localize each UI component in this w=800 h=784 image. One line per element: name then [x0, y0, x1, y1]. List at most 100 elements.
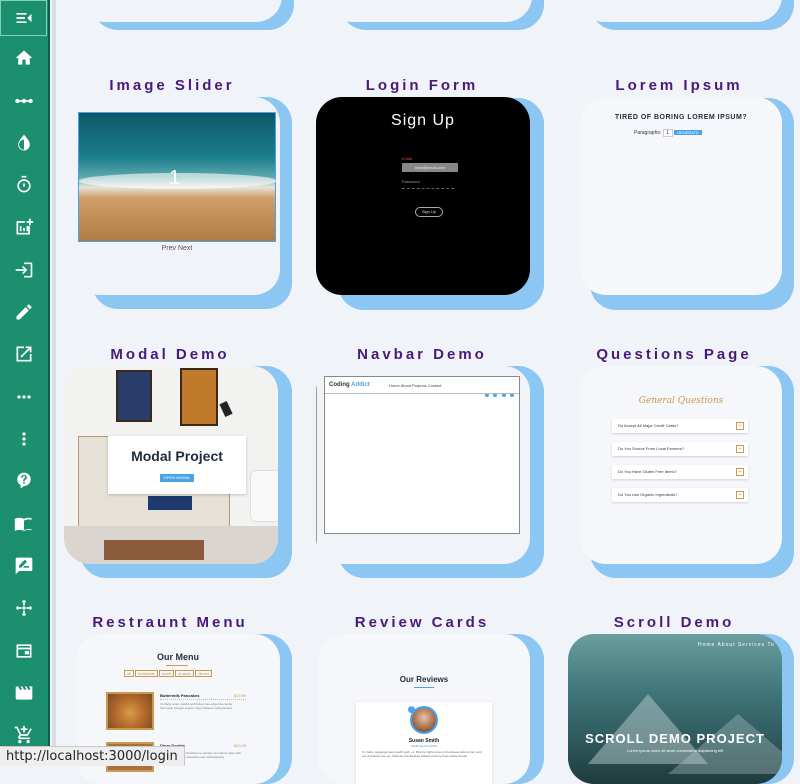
- plus-icon[interactable]: +: [736, 422, 744, 430]
- sidebar-item-slider[interactable]: [0, 81, 48, 121]
- plus-icon[interactable]: +: [736, 468, 744, 476]
- scroll-demo-heading: SCROLL DEMO PROJECT: [585, 731, 765, 746]
- sidebar-toggle-button[interactable]: [0, 0, 47, 36]
- card-title-image-slider: Image Slider: [109, 77, 235, 94]
- scroll-demo-subtext: Lorem ipsum dolor sit amet consectetur a…: [626, 748, 724, 753]
- scroll-nav-tours[interactable]: To: [767, 642, 774, 648]
- sidebar-item-window[interactable]: [0, 631, 48, 671]
- card-modal-demo[interactable]: Modal Project OPEN MODAL: [64, 366, 278, 564]
- cart-plus-icon: [14, 725, 32, 744]
- signup-heading: Sign Up: [391, 112, 455, 129]
- nav-link-projects[interactable]: Projects: [412, 383, 426, 388]
- sidebar-item-timer[interactable]: [0, 165, 48, 205]
- signup-button[interactable]: Sign Up: [415, 207, 443, 217]
- menu-item-image: [106, 692, 154, 730]
- plus-icon[interactable]: +: [736, 445, 744, 453]
- email-field[interactable]: rose@email.com: [402, 163, 458, 172]
- lorem-heading: TIRED OF BORING LOREM IPSUM?: [614, 114, 748, 121]
- filter-all[interactable]: all: [124, 670, 135, 677]
- prev-link[interactable]: Prev: [162, 245, 176, 252]
- question-item[interactable]: Do You Source From Local Farmers? +: [612, 442, 748, 456]
- question-item[interactable]: Do You Use Organic Ingredients? +: [612, 488, 748, 502]
- sidebar-item-home[interactable]: [0, 38, 48, 78]
- card-image-slider[interactable]: 1 Prev Next: [74, 97, 280, 295]
- card-partial[interactable]: [78, 0, 282, 22]
- scroll-nav-about[interactable]: About: [717, 642, 735, 648]
- sidebar-item-color[interactable]: [0, 123, 48, 163]
- login-icon: [15, 262, 33, 278]
- card-scroll[interactable]: Home About Services To SCROLL DEMO PROJE…: [568, 634, 782, 784]
- sidebar-item-external[interactable]: [0, 334, 48, 374]
- shelf-blue-box: [148, 496, 192, 510]
- plus-icon[interactable]: +: [736, 491, 744, 499]
- modal-project-heading: Modal Project: [131, 448, 223, 464]
- scroll-nav-home[interactable]: Home: [698, 642, 715, 648]
- reviewer-job: WEB DEVELOPER: [410, 744, 437, 748]
- our-menu-heading: Our Menu: [157, 652, 199, 662]
- open-modal-button[interactable]: OPEN MODAL: [160, 474, 194, 482]
- question-item[interactable]: Do Accept All Major Credit Cards? +: [612, 419, 748, 433]
- review-text: I'm baby meggings twee health goth +1. B…: [362, 750, 482, 758]
- dots-line-icon: [15, 98, 33, 104]
- filter-breakfast[interactable]: breakfast: [135, 670, 158, 677]
- sidebar-item-move[interactable]: [0, 588, 48, 628]
- sidebar-item-chart[interactable]: [0, 207, 48, 247]
- password-label: Password: [402, 179, 420, 184]
- card-reviews[interactable]: Our Reviews ” Susan Smith WEB DEVELOPER …: [318, 634, 530, 784]
- pencil-icon: [16, 304, 32, 320]
- left-vline: [316, 376, 317, 546]
- menu-item-price: $13.99: [234, 743, 247, 748]
- sidebar-item-more-v[interactable]: [0, 419, 48, 459]
- paragraphs-input[interactable]: 1: [662, 129, 673, 137]
- more-horizontal-icon: [17, 395, 31, 399]
- sidebar-item-signature[interactable]: [0, 546, 48, 586]
- question-text: Do You Have Gluten Free Items?: [618, 469, 677, 474]
- scroll-nav-services[interactable]: Services: [738, 642, 765, 648]
- sidebar-item-more-h[interactable]: [0, 377, 48, 417]
- nav-link-contact[interactable]: Contact: [428, 383, 442, 388]
- slider-image: 1: [78, 112, 277, 242]
- book-icon: [14, 517, 32, 532]
- sidebar-item-login[interactable]: [0, 250, 48, 290]
- brand-addict[interactable]: Addict: [351, 382, 370, 388]
- sidebar-item-help[interactable]: [0, 461, 48, 501]
- scrollbar[interactable]: [52, 0, 56, 766]
- filter-dinner[interactable]: dinner: [195, 670, 213, 677]
- rug: [104, 540, 204, 560]
- password-field[interactable]: [402, 187, 454, 189]
- question-text: Do You Use Organic Ingredients?: [618, 492, 678, 497]
- drop-icon: [18, 134, 30, 151]
- modal-overlay-box: Modal Project OPEN MODAL: [108, 436, 246, 494]
- menu-collapse-icon: [16, 13, 31, 23]
- filter-shakes[interactable]: shakes: [175, 670, 195, 677]
- brand-coding[interactable]: Coding: [329, 382, 350, 388]
- move-icon: [15, 599, 33, 617]
- sidebar-item-docs[interactable]: [0, 504, 48, 544]
- nav-link-about[interactable]: About: [401, 383, 411, 388]
- chart-plus-icon: [16, 218, 34, 235]
- question-item[interactable]: Do You Have Gluten Free Items? +: [612, 465, 748, 479]
- more-vertical-icon: [22, 432, 26, 446]
- generate-button[interactable]: GENERATE: [674, 130, 702, 135]
- card-questions[interactable]: General Questions Do Accept All Major Cr…: [580, 366, 782, 564]
- card-title-login-form: Login Form: [365, 77, 479, 94]
- card-title-modal-demo: Modal Demo: [110, 346, 230, 363]
- paragraphs-label: Paragraphs:: [634, 130, 662, 136]
- card-title-menu: Restraunt Menu: [92, 614, 248, 631]
- card-title-reviews: Review Cards: [354, 614, 490, 631]
- chair: [250, 470, 278, 522]
- sidebar-item-edit[interactable]: [0, 292, 48, 332]
- menu-heading-underline: [166, 665, 188, 666]
- card-lorem-ipsum[interactable]: TIRED OF BORING LOREM IPSUM? Paragraphs:…: [580, 97, 782, 295]
- timer-icon: [17, 175, 31, 193]
- home-icon: [15, 50, 33, 65]
- next-link[interactable]: Next: [178, 245, 192, 252]
- card-navbar-demo[interactable]: Coding Addict Home About Projects Contac…: [316, 366, 530, 564]
- card-title-questions: Questions Page: [596, 346, 752, 363]
- sidebar-item-video[interactable]: [0, 673, 48, 713]
- card-partial[interactable]: [326, 0, 532, 22]
- card-login-form[interactable]: Sign Up Email rose@email.com Password Si…: [316, 97, 530, 295]
- nav-link-home[interactable]: Home: [389, 383, 400, 388]
- filter-lunch[interactable]: lunch: [158, 670, 175, 677]
- card-partial[interactable]: [578, 0, 782, 22]
